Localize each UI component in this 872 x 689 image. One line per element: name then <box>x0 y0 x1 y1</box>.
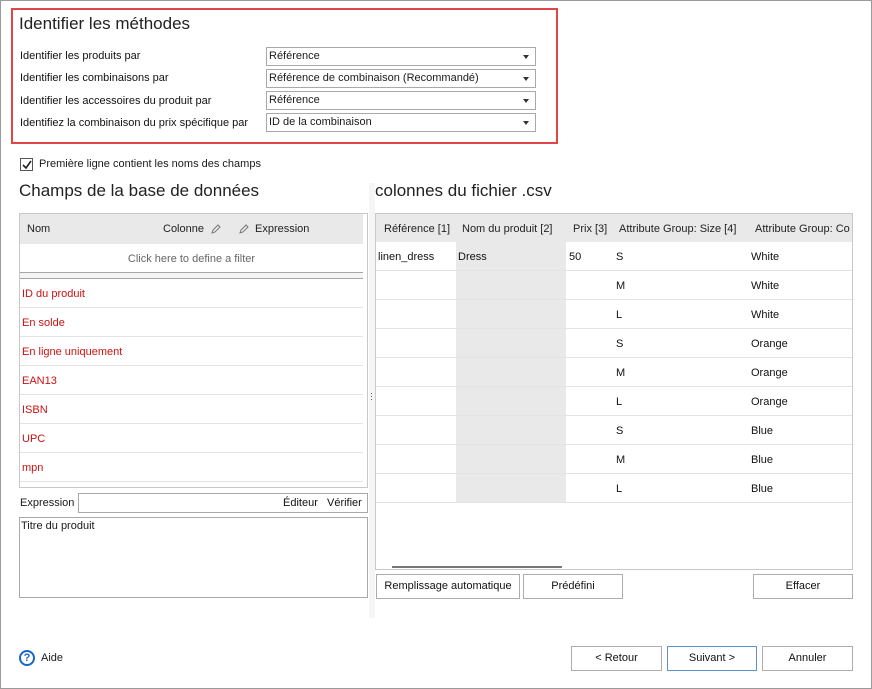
pencil-icon[interactable] <box>210 223 222 235</box>
csv-col-header[interactable]: Référence [1] <box>384 223 450 235</box>
csv-col-header[interactable]: Prix [3] <box>573 223 607 235</box>
editor-button[interactable]: Éditeur <box>283 497 318 509</box>
csv-cell: Blue <box>751 425 774 437</box>
expression-textarea[interactable]: Titre du produit <box>19 517 368 598</box>
col-header-name[interactable]: Nom <box>27 223 50 235</box>
splitter-grip-icon[interactable]: · · · <box>370 389 374 404</box>
help-link[interactable]: Aide <box>41 652 63 664</box>
csv-columns-title: colonnes du fichier .csv <box>375 181 552 200</box>
csv-cell: Dress <box>458 251 487 263</box>
db-field-row[interactable]: EAN13 <box>20 366 363 395</box>
csv-cell: L <box>616 309 623 321</box>
csv-cell: M <box>616 280 626 292</box>
pencil-icon[interactable] <box>238 223 250 235</box>
csv-cell: Orange <box>751 338 788 350</box>
db-field-row[interactable]: UPC <box>20 424 363 453</box>
chevron-down-icon <box>523 99 529 103</box>
products-id-select[interactable]: Référence <box>266 47 536 66</box>
preset-button[interactable]: Prédéfini <box>523 574 623 599</box>
db-grid-header: Nom Colonne Expression <box>20 214 363 244</box>
csv-row[interactable]: M White <box>376 271 852 300</box>
accessories-id-label: Identifier les accessoires du produit pa… <box>20 95 212 107</box>
csv-cell: M <box>616 367 626 379</box>
csv-row[interactable]: M Blue <box>376 445 852 474</box>
back-button[interactable]: < Retour <box>571 646 662 671</box>
horizontal-scrollbar[interactable] <box>392 566 562 568</box>
first-row-headers-label: Première ligne contient les noms des cha… <box>39 158 261 170</box>
combinations-id-label: Identifier les combinaisons par <box>20 72 169 84</box>
csv-row[interactable]: S Blue <box>376 416 852 445</box>
csv-grid-header: Référence [1] Nom du produit [2] Prix [3… <box>376 214 852 242</box>
db-field-row[interactable]: ISBN <box>20 395 363 424</box>
chevron-down-icon <box>523 55 529 59</box>
csv-cell: L <box>616 396 623 408</box>
expression-label: Expression <box>20 497 75 509</box>
checkmark-icon <box>22 160 32 170</box>
cancel-button[interactable]: Annuler <box>762 646 853 671</box>
products-id-label: Identifier les produits par <box>20 50 141 62</box>
db-field-name: En solde <box>22 317 65 329</box>
csv-cell: M <box>616 454 626 466</box>
next-button[interactable]: Suivant > <box>667 646 757 671</box>
question-circle-icon[interactable]: ? <box>19 650 35 666</box>
expression-input[interactable] <box>78 493 368 513</box>
db-field-name: mpn <box>22 462 44 474</box>
csv-cell: Orange <box>751 367 788 379</box>
csv-col-header[interactable]: Attribute Group: Co <box>755 223 850 235</box>
methods-title: Identifier les méthodes <box>19 14 191 33</box>
csv-row[interactable]: linen_dress Dress 50 S White <box>376 242 852 271</box>
combinations-id-value: Référence de combinaison (Recommandé) <box>269 72 479 84</box>
combinations-id-select[interactable]: Référence de combinaison (Recommandé) <box>266 69 536 88</box>
chevron-down-icon <box>523 121 529 125</box>
csv-preview-grid: Référence [1] Nom du produit [2] Prix [3… <box>375 213 853 570</box>
products-id-value: Référence <box>269 50 320 62</box>
chevron-down-icon <box>523 77 529 81</box>
db-fields-title: Champs de la base de données <box>19 181 260 200</box>
csv-cell: 50 <box>569 251 582 263</box>
db-field-row[interactable]: En ligne uniquement <box>20 337 363 366</box>
specific-price-id-select[interactable]: ID de la combinaison <box>266 113 536 132</box>
csv-cell: Blue <box>751 483 774 495</box>
csv-col-header[interactable]: Attribute Group: Size [4] <box>619 223 736 235</box>
col-header-column[interactable]: Colonne <box>163 223 204 235</box>
csv-cell: S <box>616 338 624 350</box>
csv-cell: linen_dress <box>378 251 435 263</box>
accessories-id-select[interactable]: Référence <box>266 91 536 110</box>
specific-price-id-value: ID de la combinaison <box>269 116 372 128</box>
db-field-name: En ligne uniquement <box>22 346 123 358</box>
col-header-expression[interactable]: Expression <box>255 223 309 235</box>
db-field-name: ID du produit <box>22 288 85 300</box>
csv-cell: S <box>616 251 624 263</box>
verify-button[interactable]: Vérifier <box>327 497 362 509</box>
grid-separator <box>20 272 363 279</box>
first-row-headers-checkbox[interactable] <box>20 158 33 171</box>
autofill-button[interactable]: Remplissage automatique <box>376 574 520 599</box>
db-field-row[interactable]: En solde <box>20 308 363 337</box>
db-field-name: UPC <box>22 433 46 445</box>
accessories-id-value: Référence <box>269 94 320 106</box>
specific-price-id-label: Identifiez la combinaison du prix spécif… <box>20 117 249 129</box>
csv-cell: White <box>751 280 780 292</box>
csv-row[interactable]: L Blue <box>376 474 852 503</box>
db-fields-grid: Nom Colonne Expression Click here to def… <box>19 213 368 488</box>
csv-cell: S <box>616 425 624 437</box>
clear-button[interactable]: Effacer <box>753 574 853 599</box>
csv-row[interactable]: L White <box>376 300 852 329</box>
csv-row[interactable]: S Orange <box>376 329 852 358</box>
csv-cell: L <box>616 483 623 495</box>
csv-cell: Blue <box>751 454 774 466</box>
db-field-name: EAN13 <box>22 375 57 387</box>
csv-cell: Orange <box>751 396 788 408</box>
csv-cell: White <box>751 309 780 321</box>
csv-row[interactable]: L Orange <box>376 387 852 416</box>
csv-row[interactable]: M Orange <box>376 358 852 387</box>
db-field-row[interactable]: ID du produit <box>20 279 363 308</box>
filter-row[interactable]: Click here to define a filter <box>20 244 363 272</box>
db-field-row[interactable]: mpn <box>20 453 363 482</box>
csv-col-header[interactable]: Nom du produit [2] <box>462 223 553 235</box>
csv-cell: White <box>751 251 780 263</box>
db-field-name: ISBN <box>22 404 48 416</box>
